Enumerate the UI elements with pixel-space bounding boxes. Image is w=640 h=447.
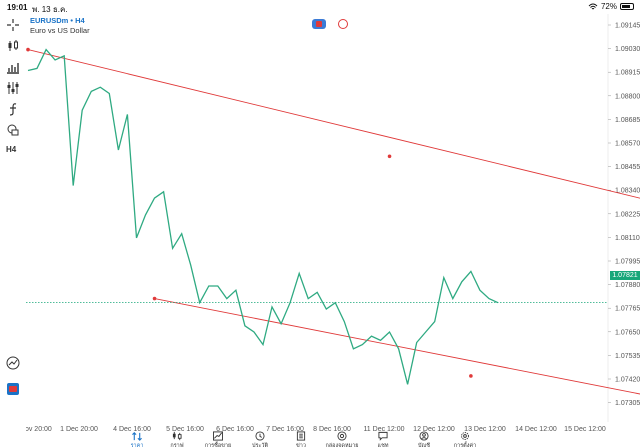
crosshair-icon[interactable] xyxy=(6,18,20,32)
trendline xyxy=(154,298,640,395)
mailbox-icon xyxy=(337,431,347,441)
price-label: 1.07995 xyxy=(615,259,640,266)
battery-percent: 72% xyxy=(600,2,617,11)
price-label: 1.07880 xyxy=(615,282,640,289)
price-label: 1.07650 xyxy=(615,329,640,336)
tool-sidebar: H4 xyxy=(0,14,26,396)
price-series xyxy=(27,48,499,385)
price-label: 1.08800 xyxy=(615,93,640,100)
wifi-icon xyxy=(588,3,598,9)
trendline-anchor xyxy=(152,296,157,301)
status-time: 19:01 xyxy=(7,3,28,12)
price-label: 1.08225 xyxy=(615,211,640,218)
candles-icon[interactable] xyxy=(6,39,20,53)
price-label: 1.08110 xyxy=(615,235,640,242)
timeframe-h4[interactable]: H4 xyxy=(6,145,20,159)
current-price-badge: 1.07821 xyxy=(610,271,640,280)
bar-chart-icon[interactable] xyxy=(6,60,20,74)
price-label: 1.08340 xyxy=(615,188,640,195)
trendline-anchor xyxy=(387,154,392,159)
nav-label: การตั้งค่า xyxy=(453,443,477,447)
bottom-navigation: ราคา กราฟ การซื้อขาย ประวัติ ข่าว กล่องจดหมาย… xyxy=(0,431,640,447)
status-right: 72% xyxy=(588,2,634,11)
price-line xyxy=(27,48,499,385)
price-label: 1.08455 xyxy=(615,164,640,171)
price-label: 1.07420 xyxy=(615,377,640,384)
trendline-anchor xyxy=(26,47,30,52)
price-chart[interactable]: 1.09145 1.09030 1.08915 1.08800 1.08685 1.085… xyxy=(10,14,640,434)
price-axis: 1.09145 1.09030 1.08915 1.08800 1.08685 1.085… xyxy=(608,23,640,407)
trendline-anchor xyxy=(469,374,473,378)
history-icon xyxy=(255,431,265,441)
price-label: 1.07765 xyxy=(615,306,640,313)
price-label: 1.08570 xyxy=(615,141,640,148)
account-icon xyxy=(419,431,429,441)
function-icon[interactable] xyxy=(6,102,20,116)
news-icon xyxy=(296,431,306,441)
price-label: 1.09145 xyxy=(615,23,640,30)
objects-icon[interactable] xyxy=(6,123,20,137)
price-label: 1.08915 xyxy=(615,70,640,77)
trendlines xyxy=(26,47,640,395)
price-label: 1.07305 xyxy=(615,400,640,407)
trade-icon xyxy=(213,431,223,441)
price-label: 1.08685 xyxy=(615,117,640,124)
quotes-icon xyxy=(132,432,142,441)
chat-icon xyxy=(378,431,388,441)
indicators-icon[interactable] xyxy=(6,81,20,95)
nav-settings[interactable]: การตั้งค่า xyxy=(440,431,490,447)
quick-trade-icon[interactable] xyxy=(6,356,20,370)
chart-icon xyxy=(172,431,182,441)
one-click-trading-icon[interactable] xyxy=(6,382,20,396)
price-label: 1.07535 xyxy=(615,353,640,360)
price-label: 1.09030 xyxy=(615,46,640,53)
trendline xyxy=(27,49,640,199)
status-bar: 19:01 พ. 13 ธ.ค. 72% xyxy=(0,0,640,14)
settings-icon xyxy=(461,432,469,440)
chart-area[interactable]: 1.09145 1.09030 1.08915 1.08800 1.08685 1.085… xyxy=(10,14,640,447)
battery-icon xyxy=(620,3,634,10)
